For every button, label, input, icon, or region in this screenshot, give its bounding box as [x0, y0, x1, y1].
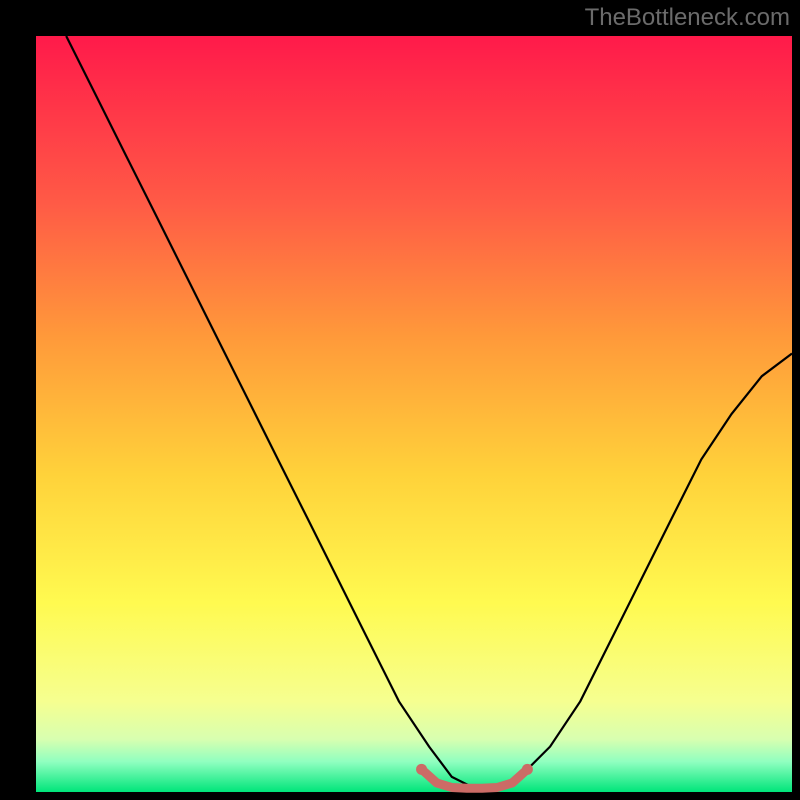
- chart-plot-area: [36, 36, 792, 792]
- chart-container: TheBottleneck.com: [0, 0, 800, 800]
- optimal-range-end-dot: [522, 764, 533, 775]
- optimal-range-start-dot: [416, 764, 427, 775]
- bottleneck-chart: [0, 0, 800, 800]
- watermark-text: TheBottleneck.com: [585, 4, 790, 32]
